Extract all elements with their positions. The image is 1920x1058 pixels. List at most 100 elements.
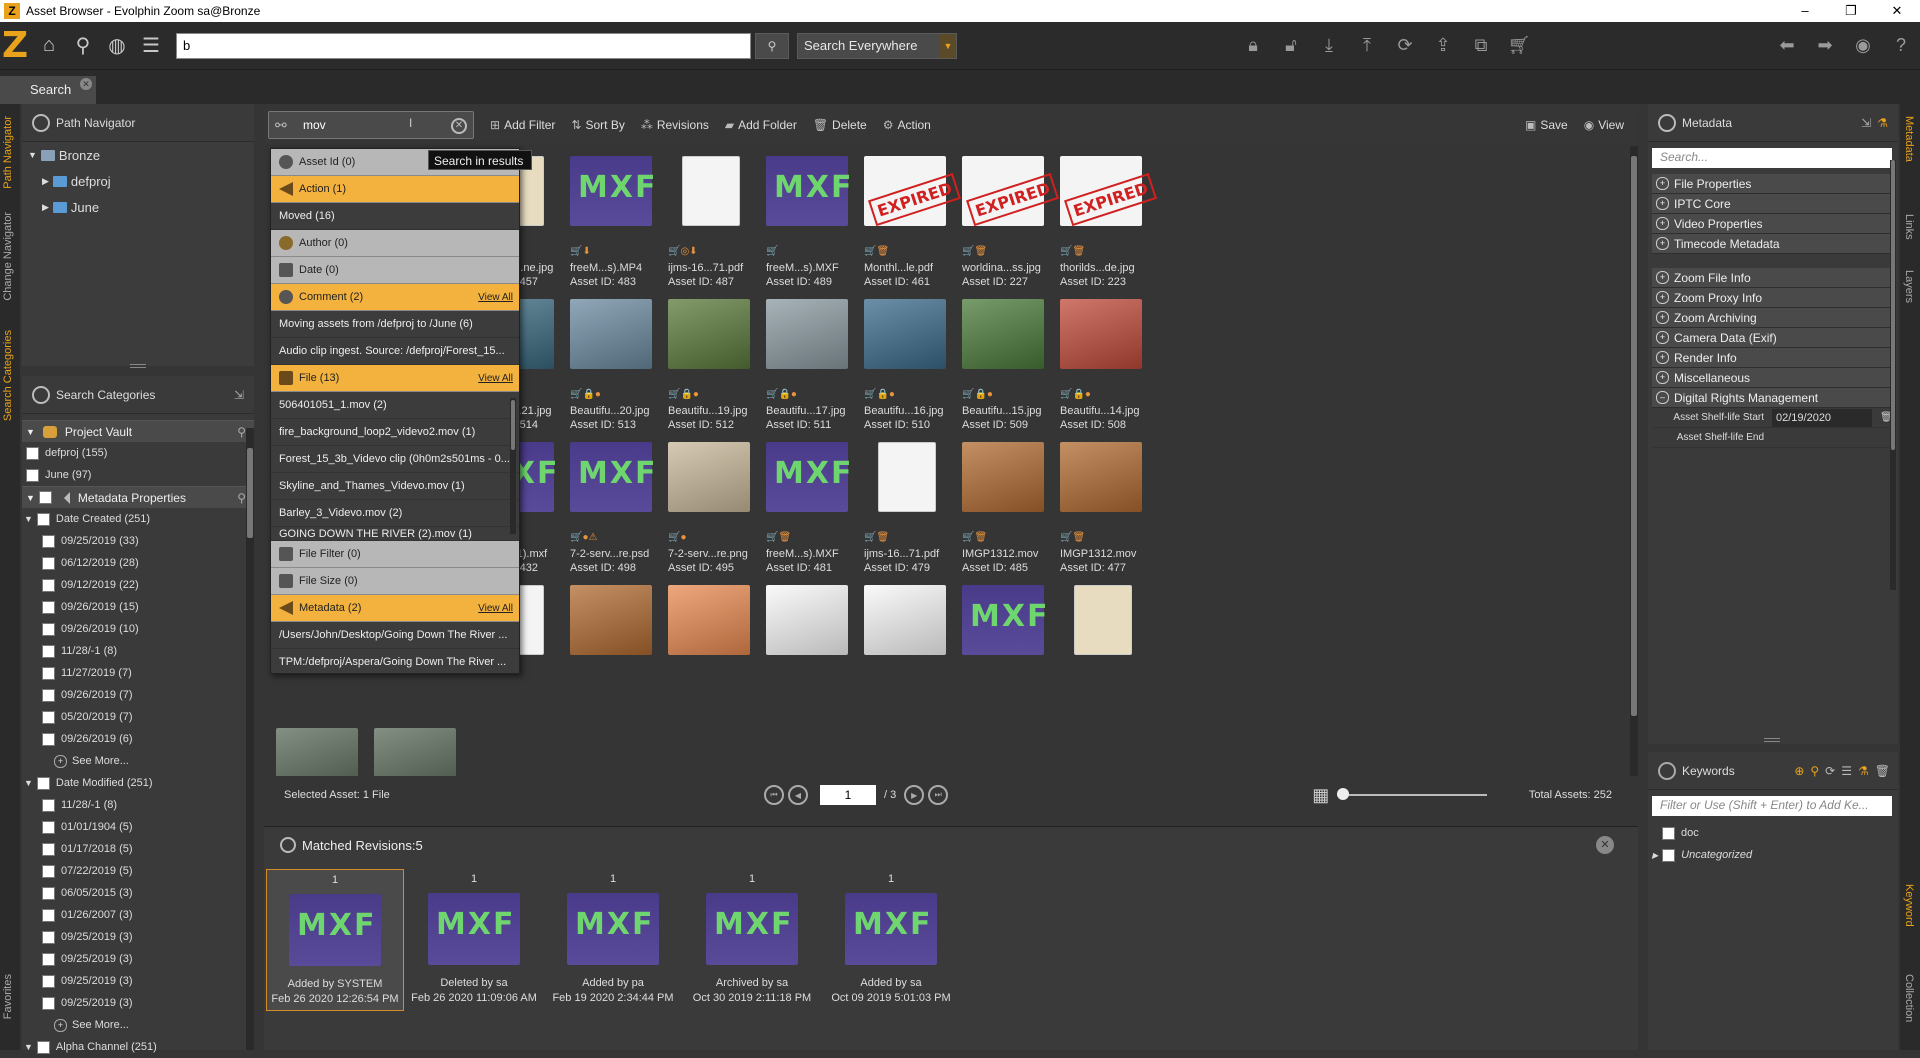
- suggest-group-author[interactable]: Author (0): [271, 230, 519, 257]
- checkbox[interactable]: [42, 952, 55, 966]
- unlock-icon[interactable]: 🔓︎: [1272, 29, 1310, 63]
- save-button[interactable]: ▣ Save: [1525, 118, 1568, 132]
- revision-thumbnail[interactable]: [567, 893, 659, 965]
- download-icon[interactable]: ⤓: [1310, 29, 1348, 63]
- suggest-group-file-size[interactable]: File Size (0): [271, 568, 519, 595]
- side-tab-links[interactable]: Links: [1903, 214, 1915, 240]
- asset-card[interactable]: [658, 579, 756, 749]
- asset-card[interactable]: [266, 722, 364, 776]
- asset-thumbnail[interactable]: [766, 585, 848, 655]
- category-item[interactable]: 09/25/2019 (3): [22, 970, 254, 992]
- checkbox[interactable]: [42, 908, 55, 922]
- refresh-icon[interactable]: ⟳: [1825, 764, 1835, 778]
- asset-thumbnail[interactable]: [1074, 585, 1132, 655]
- splitter-handle[interactable]: [130, 364, 146, 368]
- checkbox[interactable]: [42, 930, 55, 944]
- flask-icon[interactable]: ⚗: [1877, 116, 1888, 130]
- shelf-life-start-value[interactable]: 02/19/2020: [1772, 408, 1872, 427]
- pin-icon[interactable]: ⇲: [234, 388, 244, 402]
- action-button[interactable]: ⚙ Action: [883, 118, 931, 132]
- asset-thumbnail[interactable]: [1060, 442, 1142, 512]
- asset-thumbnail[interactable]: [668, 442, 750, 512]
- tab-search[interactable]: Search ✕: [0, 76, 96, 104]
- category-item[interactable]: 06/05/2015 (3): [22, 882, 254, 904]
- suggest-group-date[interactable]: Date (0): [271, 257, 519, 284]
- category-item[interactable]: 09/25/2019 (3): [22, 948, 254, 970]
- metadata-group[interactable]: Miscellaneous: [1652, 368, 1894, 388]
- grid-view-icon[interactable]: ▦: [1312, 785, 1329, 806]
- checkbox[interactable]: [42, 578, 55, 592]
- thumbnail-size-slider[interactable]: [1337, 788, 1488, 800]
- suggest-group-comment[interactable]: Comment (2) View All: [271, 284, 519, 311]
- checkbox[interactable]: [42, 864, 55, 878]
- asset-thumbnail[interactable]: [766, 442, 853, 512]
- checkbox[interactable]: [36, 776, 50, 790]
- revision-card[interactable]: 1 Added by SYSTEM Feb 26 2020 12:26:54 PM: [266, 869, 404, 1011]
- metadata-group[interactable]: IPTC Core: [1652, 194, 1894, 214]
- metadata-group-drm[interactable]: Digital Rights Management: [1652, 388, 1894, 408]
- grid-scrollbar[interactable]: [1630, 146, 1638, 776]
- checkbox[interactable]: [42, 732, 55, 746]
- asset-thumbnail[interactable]: [1060, 299, 1142, 369]
- asset-thumbnail[interactable]: [682, 156, 740, 226]
- category-item[interactable]: 06/12/2019 (28): [22, 552, 254, 574]
- forward-arrow-icon[interactable]: ➡: [1806, 29, 1844, 63]
- categories-scrollbar[interactable]: [246, 428, 254, 1050]
- metadata-group[interactable]: File Properties: [1652, 174, 1894, 194]
- see-more-link[interactable]: See More...: [22, 750, 254, 772]
- suggest-item[interactable]: GOING DOWN THE RIVER (2).mov (1): [271, 527, 519, 541]
- asset-thumbnail[interactable]: [570, 299, 652, 369]
- checkbox[interactable]: [42, 556, 55, 570]
- category-item[interactable]: 09/25/2019 (33): [22, 530, 254, 552]
- view-all-link[interactable]: View All: [478, 373, 513, 384]
- scrollbar-thumb[interactable]: [1891, 160, 1895, 450]
- asset-thumbnail[interactable]: [766, 156, 853, 226]
- vault-item[interactable]: defproj (155): [22, 442, 254, 464]
- suggest-item[interactable]: Moving assets from /defproj to /June (6): [271, 311, 519, 338]
- view-all-link[interactable]: View All: [478, 603, 513, 614]
- asset-card[interactable]: [560, 579, 658, 749]
- flask-icon[interactable]: ⚗: [1858, 764, 1869, 778]
- maximize-button[interactable]: ❐: [1828, 3, 1874, 19]
- checkbox[interactable]: [42, 798, 55, 812]
- suggest-item[interactable]: Forest_15_3b_Videvo clip (0h0m2s501ms - …: [271, 446, 519, 473]
- asset-thumbnail[interactable]: [668, 299, 750, 369]
- category-item[interactable]: 11/27/2019 (7): [22, 662, 254, 684]
- add-filter-button[interactable]: ⊞ Add Filter: [490, 118, 555, 132]
- scrollbar-thumb[interactable]: [511, 400, 515, 450]
- category-item[interactable]: 05/20/2019 (7): [22, 706, 254, 728]
- asset-thumbnail[interactable]: [864, 156, 946, 226]
- checkbox[interactable]: [42, 974, 55, 988]
- asset-thumbnail[interactable]: [1060, 156, 1142, 226]
- asset-card[interactable]: [756, 579, 854, 749]
- checkbox[interactable]: [42, 996, 55, 1010]
- list-icon[interactable]: ☰: [134, 29, 168, 63]
- suggest-group-file-filter[interactable]: File Filter (0): [271, 541, 519, 568]
- minimize-button[interactable]: –: [1782, 3, 1828, 19]
- home-icon[interactable]: ⌂: [32, 29, 66, 63]
- category-item[interactable]: 09/26/2019 (10): [22, 618, 254, 640]
- checkbox[interactable]: [26, 446, 39, 460]
- revision-thumbnail[interactable]: [428, 893, 520, 965]
- side-tab-path-navigator[interactable]: Path Navigator: [2, 116, 14, 189]
- delete-button[interactable]: 🗑︎ Delete: [813, 118, 867, 132]
- metadata-group[interactable]: Video Properties: [1652, 214, 1894, 234]
- checkbox[interactable]: [26, 468, 39, 482]
- metadata-group[interactable]: Camera Data (Exif): [1652, 328, 1894, 348]
- global-search-input[interactable]: b: [176, 32, 751, 59]
- metadata-properties-header[interactable]: ▼ Metadata Properties ⚲: [22, 486, 254, 508]
- user-icon[interactable]: ◉: [1844, 29, 1882, 63]
- checkbox[interactable]: [36, 512, 50, 526]
- category-date_created[interactable]: ▼ Date Created (251): [22, 508, 254, 530]
- search-scope-select[interactable]: Search Everywhere ▼: [797, 32, 957, 59]
- revision-card[interactable]: 1 Added by sa Oct 09 2019 5:01:03 PM: [822, 869, 960, 1011]
- asset-thumbnail[interactable]: [878, 442, 936, 512]
- checkbox[interactable]: [42, 820, 55, 834]
- tree-item-june[interactable]: ▶ June: [22, 194, 254, 220]
- page-number-input[interactable]: 1: [820, 785, 876, 805]
- upload-icon[interactable]: ⤒: [1348, 29, 1386, 63]
- side-tab-change-navigator[interactable]: Change Navigator: [2, 212, 14, 301]
- checkbox[interactable]: [42, 534, 55, 548]
- tree-item-bronze[interactable]: ▼ Bronze: [22, 142, 254, 168]
- see-more-link[interactable]: See More...: [22, 1014, 254, 1036]
